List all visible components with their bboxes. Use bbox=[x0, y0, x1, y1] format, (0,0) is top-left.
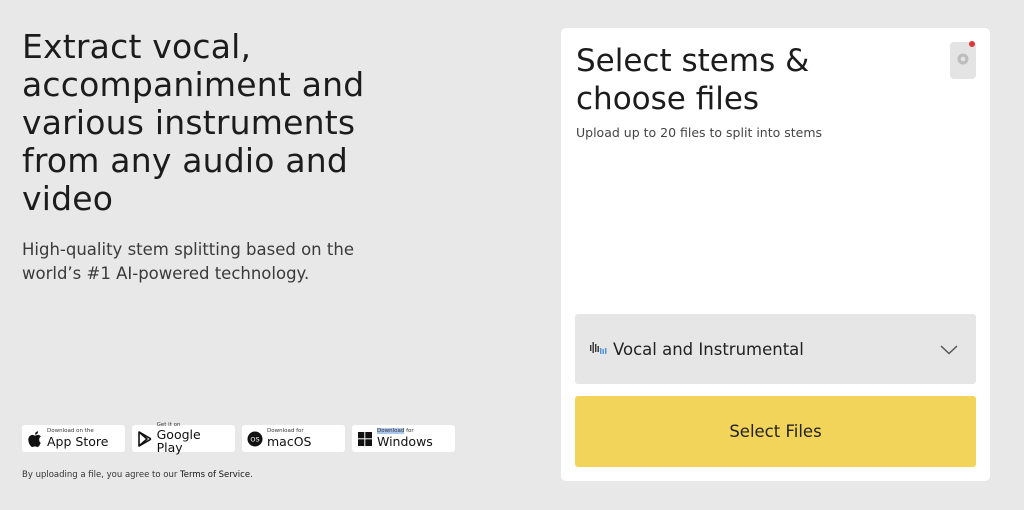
macos-icon: OS bbox=[247, 431, 263, 447]
macos-badge[interactable]: OS Download for macOS bbox=[242, 425, 345, 452]
windows-badge[interactable]: Download for Windows bbox=[352, 425, 455, 452]
app-store-badge[interactable]: Download on the App Store bbox=[22, 425, 125, 452]
terms-notice: By uploading a file, you agree to our Te… bbox=[22, 470, 253, 480]
card-title: Select stems & choose files bbox=[576, 43, 810, 117]
hero-section: Extract vocal, accompaniment and various… bbox=[22, 28, 422, 286]
waveform-icon bbox=[589, 340, 607, 359]
google-play-label: Google Play bbox=[156, 427, 201, 455]
windows-icon bbox=[357, 431, 373, 447]
terms-suffix: . bbox=[250, 470, 253, 480]
terms-of-service-link[interactable]: Terms of Service bbox=[180, 470, 250, 480]
stem-type-select[interactable]: Vocal and Instrumental bbox=[575, 314, 976, 384]
hero-headline: Extract vocal, accompaniment and various… bbox=[22, 27, 365, 218]
card-subtitle: Upload up to 20 files to split into stem… bbox=[576, 125, 823, 140]
select-files-button[interactable]: Select Files bbox=[575, 396, 976, 467]
chevron-down-icon bbox=[940, 340, 958, 359]
stem-type-value: Vocal and Instrumental bbox=[613, 339, 804, 359]
settings-button[interactable] bbox=[950, 41, 976, 79]
notification-dot bbox=[969, 41, 975, 47]
windows-label: Windows bbox=[377, 433, 433, 449]
svg-text:OS: OS bbox=[250, 435, 259, 443]
terms-prefix: By uploading a file, you agree to our bbox=[22, 470, 181, 480]
gear-icon bbox=[956, 51, 970, 70]
google-play-badge[interactable]: Get it on Google Play bbox=[132, 422, 235, 455]
apple-icon bbox=[27, 430, 43, 447]
google-play-icon bbox=[137, 430, 153, 447]
store-badges: Download on the App Store Get it on Goog… bbox=[22, 422, 455, 455]
upload-card: Select stems & choose files Upload up to… bbox=[561, 28, 990, 481]
macos-label: macOS bbox=[267, 433, 312, 449]
app-store-label: App Store bbox=[47, 433, 109, 449]
hero-subheadline: High-quality stem splitting based on the… bbox=[22, 240, 354, 283]
